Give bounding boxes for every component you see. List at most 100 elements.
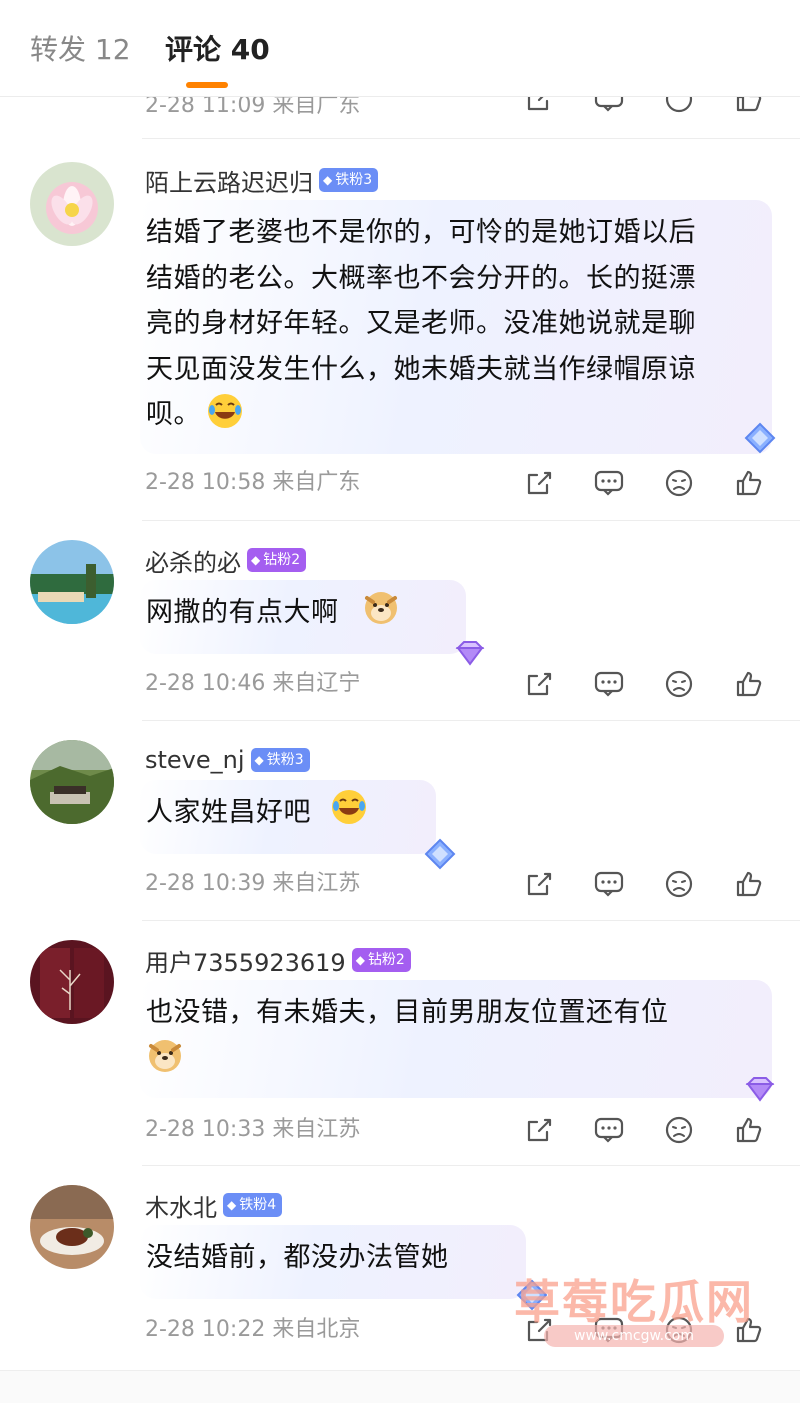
comment-time: 2-28 10:22 xyxy=(145,1317,266,1342)
comment-text: 没结婚前，都没办法管她 xyxy=(146,1242,449,1273)
comment-location: 来自广东 xyxy=(272,470,361,495)
dislike-button[interactable] xyxy=(662,867,696,901)
dislike-button[interactable] xyxy=(662,466,696,500)
tab-repost-count: 12 xyxy=(94,33,131,66)
tab-comment[interactable]: 评论 40 xyxy=(165,30,270,70)
dislike-icon xyxy=(665,670,693,698)
username[interactable]: 用户7355923619 xyxy=(145,943,346,978)
share-icon xyxy=(527,872,552,896)
diamond-deco-icon xyxy=(744,422,776,454)
doge-emoji xyxy=(365,592,397,624)
fan-badge[interactable]: ◆ 铁粉3 xyxy=(319,168,379,192)
comment-author-line: 陌上云路迟迟归 ◆ 铁粉3 xyxy=(145,162,379,198)
avatar[interactable] xyxy=(30,940,114,1024)
laughing-tears-emoji xyxy=(332,790,366,824)
comment-bubble[interactable]: 没结婚前，都没办法管她 xyxy=(140,1225,548,1311)
watermark-url: www.cmcgw.com xyxy=(544,1325,724,1347)
comment-time: 2-28 10:39 xyxy=(145,871,266,896)
comment-actions xyxy=(522,667,766,701)
avatar[interactable] xyxy=(30,740,114,824)
comment-divider xyxy=(142,1165,800,1166)
comment-bubble[interactable]: 人家姓昌好吧 xyxy=(140,780,456,870)
comment-location: 来自北京 xyxy=(272,1317,361,1342)
gem-icon: ◆ xyxy=(323,173,333,187)
dislike-icon xyxy=(665,1116,693,1144)
share-button[interactable] xyxy=(522,867,556,901)
fan-badge[interactable]: ◆ 铁粉3 xyxy=(250,748,310,772)
tab-comment-label: 评论 xyxy=(165,33,222,66)
share-icon xyxy=(527,471,552,495)
like-button[interactable] xyxy=(732,1113,766,1147)
comment-icon xyxy=(594,1117,624,1143)
comment-divider xyxy=(142,138,800,139)
username[interactable]: 陌上云路迟迟归 xyxy=(145,163,313,198)
comment-item: 必杀的必 ◆ 钻粉2 网撒的有点大啊 2-28 10:46 来自辽宁 xyxy=(0,530,800,720)
username[interactable]: steve_nj xyxy=(145,746,245,774)
comment-divider xyxy=(142,520,800,521)
diamond-deco-icon xyxy=(455,641,485,666)
fan-badge[interactable]: ◆ 铁粉4 xyxy=(223,1193,283,1217)
tab-comment-count: 40 xyxy=(230,33,270,66)
comment-author-line: 用户7355923619 ◆ 钻粉2 xyxy=(145,942,411,978)
dislike-button[interactable] xyxy=(662,667,696,701)
comment-button[interactable] xyxy=(592,667,626,701)
tab-repost-label: 转发 xyxy=(30,33,87,66)
header-fade-overlay xyxy=(530,0,800,96)
fan-badge-label: 铁粉3 xyxy=(266,752,304,768)
comment-bubble[interactable]: 网撒的有点大啊 xyxy=(140,580,485,666)
dislike-icon xyxy=(665,469,693,497)
comment-tabs-header: 转发 12 评论 40 xyxy=(0,0,800,97)
username[interactable]: 木水北 xyxy=(145,1188,217,1223)
comment-location: 来自江苏 xyxy=(272,1117,361,1142)
avatar[interactable] xyxy=(30,1185,114,1269)
like-icon xyxy=(736,470,762,496)
comment-author-line: steve_nj ◆ 铁粉3 xyxy=(145,742,310,778)
watermark-title: 草莓吃瓜网 xyxy=(514,1275,754,1329)
comment-icon xyxy=(594,470,624,496)
like-button[interactable] xyxy=(732,466,766,500)
comment-bubble[interactable]: 也没错，有未婚夫，目前男朋友位置还有位 xyxy=(140,980,775,1102)
comment-meta: 2-28 10:58 来自广东 xyxy=(145,463,360,503)
fan-badge[interactable]: ◆ 钻粉2 xyxy=(247,548,307,572)
avatar[interactable] xyxy=(30,162,114,246)
comment-button[interactable] xyxy=(592,1113,626,1147)
comment-time: 2-28 10:33 xyxy=(145,1117,266,1142)
comment-bubble[interactable]: 结婚了老婆也不是你的，可怜的是她订婚以后 结婚的老公。大概率也不会分开的。长的挺… xyxy=(140,200,776,454)
fan-badge-label: 钻粉2 xyxy=(263,552,301,568)
username[interactable]: 必杀的必 xyxy=(145,543,241,578)
share-button[interactable] xyxy=(522,466,556,500)
comment-button[interactable] xyxy=(592,867,626,901)
comment-author-line: 必杀的必 ◆ 钻粉2 xyxy=(145,542,307,578)
comment-time: 2-28 10:58 xyxy=(145,470,266,495)
fan-badge[interactable]: ◆ 钻粉2 xyxy=(351,948,411,972)
like-button[interactable] xyxy=(732,867,766,901)
comment-meta: 2-28 10:22 来自北京 xyxy=(145,1310,360,1350)
comment-text: 网撒的有点大啊 xyxy=(146,597,339,628)
comment-author-line: 木水北 ◆ 铁粉4 xyxy=(145,1187,283,1223)
dislike-button[interactable] xyxy=(662,1113,696,1147)
tab-repost[interactable]: 转发 12 xyxy=(30,30,131,70)
bottom-bar xyxy=(0,1370,800,1403)
comment-divider xyxy=(142,920,800,921)
comment-item: 陌上云路迟迟归 ◆ 铁粉3 结婚了老婆也不是你的，可怜的是她订婚以后 结婚的老公。… xyxy=(0,150,800,520)
gem-icon: ◆ xyxy=(355,953,365,967)
comment-meta: 2-28 10:39 来自江苏 xyxy=(145,864,360,904)
comment-location: 来自辽宁 xyxy=(272,671,361,696)
like-icon xyxy=(736,871,762,897)
comment-icon xyxy=(594,871,624,897)
like-button[interactable] xyxy=(732,667,766,701)
comment-actions xyxy=(522,466,766,500)
share-button[interactable] xyxy=(522,667,556,701)
diamond-deco-icon xyxy=(745,1077,775,1102)
comment-button[interactable] xyxy=(592,466,626,500)
gem-icon: ◆ xyxy=(254,753,264,767)
gem-icon: ◆ xyxy=(251,553,261,567)
comment-time: 2-28 10:46 xyxy=(145,671,266,696)
comment-item: 用户7355923619 ◆ 钻粉2 也没错，有未婚夫，目前男朋友位置还有位 2-… xyxy=(0,930,800,1165)
avatar[interactable] xyxy=(30,540,114,624)
doge-emoji xyxy=(149,1040,181,1072)
comment-text: 也没错，有未婚夫，目前男朋友位置还有位 xyxy=(146,997,669,1028)
comment-text: 人家姓昌好吧 xyxy=(146,797,311,828)
share-button[interactable] xyxy=(522,1113,556,1147)
share-icon xyxy=(527,1118,552,1142)
